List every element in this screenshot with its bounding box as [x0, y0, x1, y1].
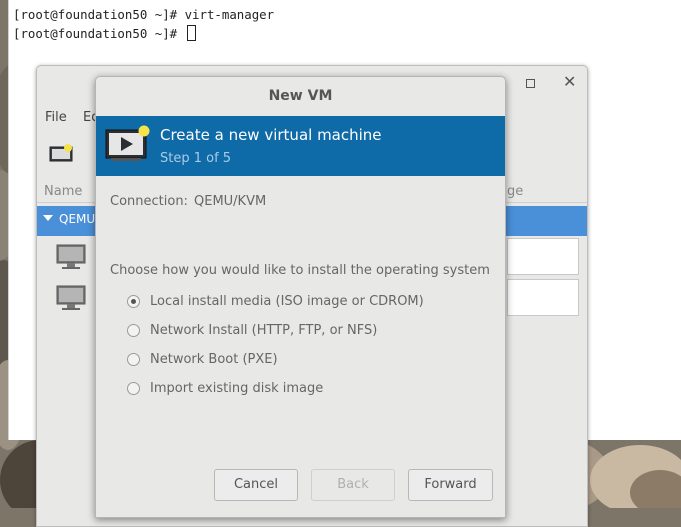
monitor-play-icon — [105, 125, 151, 165]
terminal-cursor — [186, 25, 196, 41]
radio-label[interactable]: Import existing disk image — [150, 381, 323, 396]
forward-button[interactable]: Forward — [408, 469, 493, 501]
wizard-banner: Create a new virtual machine Step 1 of 5 — [96, 116, 505, 176]
vm-usage-graph — [507, 238, 579, 275]
radio-local-install[interactable]: Local install media (ISO image or CDROM) — [127, 291, 424, 311]
new-vm-icon[interactable] — [49, 144, 75, 164]
cancel-button[interactable]: Cancel — [214, 469, 298, 501]
radio-label[interactable]: Local install media (ISO image or CDROM) — [150, 294, 424, 309]
radio-button[interactable] — [127, 352, 140, 366]
radio-label[interactable]: Network Boot (PXE) — [150, 352, 278, 367]
monitor-icon — [56, 284, 88, 312]
radio-import-disk[interactable]: Import existing disk image — [127, 378, 323, 398]
banner-title: Create a new virtual machine — [160, 126, 382, 144]
back-button[interactable]: Back — [311, 469, 395, 501]
connection-label: Connection: — [110, 194, 188, 209]
connection-row-label: QEMU/ — [59, 212, 100, 226]
radio-button[interactable] — [127, 294, 140, 308]
column-header-usage[interactable]: ge — [507, 184, 523, 199]
dialog-title: New VM — [268, 88, 333, 104]
radio-network-boot[interactable]: Network Boot (PXE) — [127, 349, 278, 369]
terminal-line: [root@foundation50 ~]# — [13, 25, 196, 41]
vm-usage-graph — [507, 279, 579, 316]
banner-step: Step 1 of 5 — [160, 151, 232, 166]
radio-network-install[interactable]: Network Install (HTTP, FTP, or NFS) — [127, 320, 377, 340]
expander-arrow-icon[interactable] — [43, 215, 53, 221]
install-method-label: Choose how you would like to install the… — [110, 263, 490, 278]
menu-file[interactable]: File — [45, 110, 67, 125]
connection-value: QEMU/KVM — [194, 194, 267, 209]
close-icon[interactable]: ✕ — [563, 74, 576, 90]
radio-label[interactable]: Network Install (HTTP, FTP, or NFS) — [150, 323, 377, 338]
radio-button[interactable] — [127, 381, 140, 395]
monitor-icon — [56, 243, 88, 271]
maximize-icon[interactable] — [526, 79, 535, 88]
radio-button[interactable] — [127, 323, 140, 337]
new-vm-dialog: New VM Create a new virtual machine Step… — [95, 76, 506, 518]
terminal-line: [root@foundation50 ~]# virt-manager — [13, 7, 275, 22]
column-header-name[interactable]: Name — [44, 184, 82, 199]
